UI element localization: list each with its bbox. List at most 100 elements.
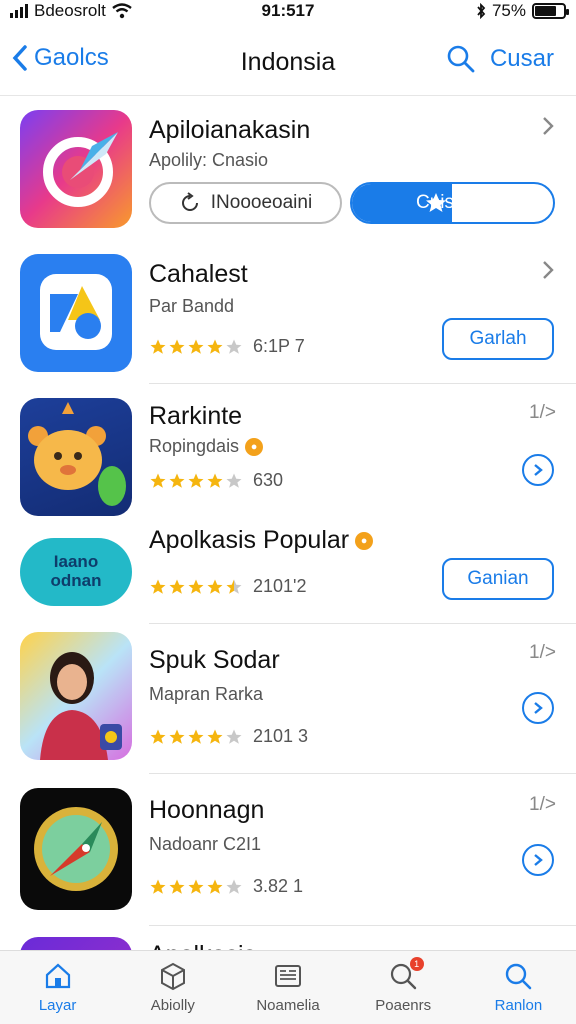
app-subtitle: Par Bandd xyxy=(149,296,234,317)
star-icon xyxy=(207,879,223,894)
row-divider xyxy=(149,773,576,774)
rating-count: 3.82 1 xyxy=(253,876,304,896)
app-icon xyxy=(20,398,132,516)
rank-label: 1/> xyxy=(529,642,556,663)
star-icon xyxy=(169,339,185,354)
app-icon xyxy=(20,632,132,760)
rank-label: 1/> xyxy=(529,794,556,815)
star-rating xyxy=(149,338,243,356)
row-divider xyxy=(149,925,576,926)
star-icon xyxy=(150,579,166,594)
star-icon xyxy=(150,473,166,488)
app-name: Apolkasis Popular ● xyxy=(149,526,374,555)
app-subtitle: Apolily: Cnasio xyxy=(149,150,268,171)
award-badge-icon: ● xyxy=(355,531,374,550)
star-icon xyxy=(150,879,166,894)
primary-action-label: Cnisanelan xyxy=(416,192,512,213)
play-arrow-icon xyxy=(534,702,543,714)
status-bar: Bdeosrolt 91:517 75% xyxy=(0,0,576,24)
star-icon xyxy=(188,473,204,488)
star-icon xyxy=(188,339,204,354)
header-divider xyxy=(0,95,576,96)
app-icon xyxy=(20,110,132,228)
notification-badge: 1 xyxy=(409,957,424,971)
app-icon xyxy=(20,788,132,910)
app-name: Spuk Sodar xyxy=(149,646,280,674)
chevron-right-icon xyxy=(543,261,554,279)
app-icon: Iaano odnan xyxy=(20,538,132,606)
rating-count: 2101'2 xyxy=(253,576,307,596)
refresh-icon xyxy=(181,192,198,211)
list-item[interactable]: Spuk Sodar Mapran Rarka 2101 3 1/> xyxy=(0,632,576,768)
tab-poaenrs[interactable]: 1 Poaenrs xyxy=(346,951,461,1024)
app-subtitle-text: Ropingdais xyxy=(149,436,240,456)
tab-abiolly[interactable]: Abiolly xyxy=(115,951,230,1024)
tab-layar[interactable]: Layar xyxy=(0,951,115,1024)
secondary-action-button[interactable]: INoooeoaini xyxy=(149,182,342,224)
rating: 6:1P 7 xyxy=(149,336,305,357)
get-button[interactable]: Garlah xyxy=(442,318,554,360)
tab-noamelia[interactable]: Noamelia xyxy=(230,951,345,1024)
rating-count: 6:1P 7 xyxy=(253,336,305,356)
rating: 2101'2 xyxy=(149,576,307,597)
list-item[interactable]: Iaano odnan Apolkasis Popular ● 2101'2 Ga… xyxy=(0,520,576,622)
play-arrow-icon xyxy=(534,854,543,866)
app-icon xyxy=(20,937,132,950)
battery-icon xyxy=(532,3,569,19)
app-name: Hoonnagn xyxy=(149,796,265,824)
star-icon xyxy=(207,339,223,354)
tab-label: Ranlon xyxy=(494,997,543,1014)
rating: 3.82 1 xyxy=(149,876,303,897)
app-name: Apiloianakasin xyxy=(149,116,311,144)
star-icon xyxy=(150,729,166,744)
star-icon xyxy=(226,473,242,488)
app-subtitle-text: Mapran Rarka xyxy=(149,684,264,704)
app-subtitle-text: Nadoanr C2I1 xyxy=(149,834,262,854)
tab-ranlon[interactable]: Ranlon xyxy=(461,951,576,1024)
rank-label: 1/> xyxy=(529,402,556,423)
list-item[interactable]: Apiloianakasin Apolily: Cnasio INoooeoai… xyxy=(0,108,576,238)
list-item[interactable]: Rarkinte Ropingdais ● 630 1/> xyxy=(0,396,576,518)
star-icon xyxy=(188,879,204,894)
play-arrow-icon xyxy=(534,464,543,476)
row-divider xyxy=(149,623,576,624)
rating: 2101 3 xyxy=(149,726,308,747)
list-item[interactable]: Apolkasis xyxy=(0,935,576,950)
award-badge-icon: ● xyxy=(245,437,264,456)
app-name: Apolkasis xyxy=(149,941,256,950)
box-icon xyxy=(160,962,185,991)
star-icon xyxy=(169,473,185,488)
app-icon xyxy=(20,254,132,372)
secondary-action-label: INoooeoaini xyxy=(210,192,313,213)
star-icon xyxy=(188,729,204,744)
icon-text: Iaano xyxy=(53,552,99,571)
star-icon xyxy=(150,339,166,354)
download-button[interactable] xyxy=(522,692,554,724)
tab-label: Noamelia xyxy=(256,997,320,1014)
tab-label: Layar xyxy=(38,997,77,1014)
primary-action-button[interactable]: Cnisanelan xyxy=(350,182,555,224)
star-icon xyxy=(226,339,242,354)
app-subtitle: Ropingdais ● xyxy=(149,436,264,457)
star-icon xyxy=(226,579,242,594)
star-icon xyxy=(226,729,242,744)
tab-bar: Layar Abiolly Noamelia 1 Poaenrs Ranlon xyxy=(0,950,576,1024)
star-icon xyxy=(207,729,223,744)
row-divider xyxy=(149,383,576,384)
app-subtitle: Mapran Rarka xyxy=(149,684,263,705)
star-icon xyxy=(169,579,185,594)
list-item[interactable]: Hoonnagn Nadoanr C2I1 3.82 1 1/> xyxy=(0,786,576,912)
list-item[interactable]: Cahalest Par Bandd 6:1P 7 Garlah xyxy=(0,252,576,382)
rating-count: 2101 3 xyxy=(253,726,309,746)
get-button[interactable]: Ganian xyxy=(442,558,554,600)
search-button[interactable]: Cusar xyxy=(446,44,554,74)
news-icon xyxy=(275,965,301,987)
app-name: Cahalest xyxy=(149,260,248,288)
download-button[interactable] xyxy=(522,454,554,486)
rating-count: 630 xyxy=(253,470,284,490)
tab-label: Poaenrs xyxy=(375,997,432,1014)
download-button[interactable] xyxy=(522,844,554,876)
home-icon xyxy=(45,963,70,989)
chevron-right-icon xyxy=(543,117,554,135)
app-subtitle: Nadoanr C2I1 xyxy=(149,834,261,855)
